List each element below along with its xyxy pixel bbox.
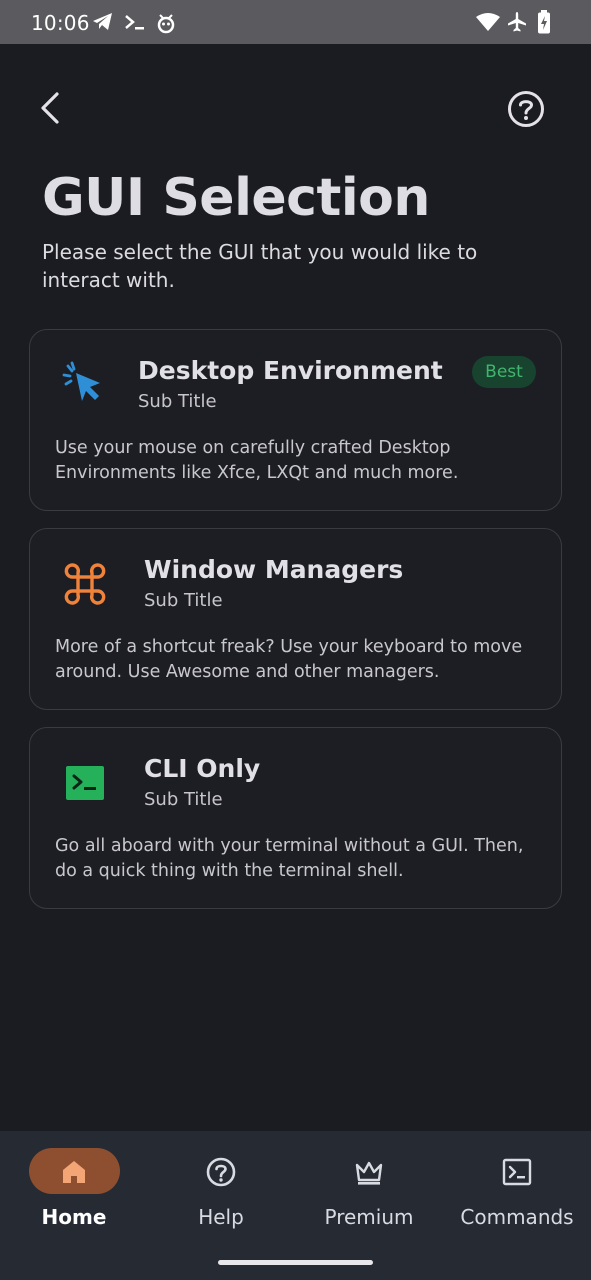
cursor-click-icon: [62, 361, 100, 401]
terminal-prompt-icon: [125, 15, 144, 30]
option-card-cli-only[interactable]: CLI Only Sub Title Go all aboard with yo…: [29, 727, 562, 909]
screen: 10:06 GUI Selection Please select the GU…: [0, 0, 591, 1280]
help-circle-icon: [508, 91, 544, 127]
nav-label-home: Home: [41, 1205, 107, 1229]
option-description: More of a shortcut freak? Use your keybo…: [55, 637, 523, 682]
chevron-left-icon: [41, 92, 59, 124]
gesture-home-indicator[interactable]: [218, 1260, 373, 1265]
option-title: Window Managers: [144, 555, 404, 584]
home-icon: [63, 1161, 85, 1183]
best-badge: Best: [472, 356, 536, 388]
command-key-icon: [64, 563, 106, 605]
terminal-box-icon: [502, 1158, 532, 1186]
telegram-icon: [93, 13, 112, 30]
status-time: 10:06: [31, 11, 90, 35]
nav-item-home[interactable]: Home: [0, 1147, 148, 1247]
option-description: Use your mouse on carefully crafted Desk…: [55, 438, 459, 483]
option-subtitle: Sub Title: [144, 590, 223, 611]
nav-item-help[interactable]: Help: [147, 1147, 295, 1247]
bug-icon: [157, 14, 175, 34]
nav-label-premium: Premium: [324, 1205, 414, 1229]
back-button[interactable]: [32, 86, 72, 130]
page-subtitle: Please select the GUI that you would lik…: [42, 240, 478, 292]
option-title: CLI Only: [144, 754, 261, 783]
terminal-icon: [66, 766, 104, 800]
option-subtitle: Sub Title: [144, 789, 223, 810]
nav-item-premium[interactable]: Premium: [295, 1147, 443, 1247]
option-description: Go all aboard with your terminal without…: [55, 836, 524, 881]
crown-icon: [355, 1161, 383, 1185]
help-circle-icon: [206, 1157, 236, 1187]
battery-charging-icon: [538, 10, 550, 34]
page-title: GUI Selection: [42, 168, 430, 228]
option-title: Desktop Environment: [138, 356, 443, 385]
option-card-window-managers[interactable]: Window Managers Sub Title More of a shor…: [29, 528, 562, 710]
nav-item-commands[interactable]: Commands: [443, 1147, 591, 1247]
status-bar: 10:06: [0, 0, 591, 44]
help-button[interactable]: [503, 86, 549, 132]
nav-label-commands: Commands: [460, 1205, 574, 1229]
nav-label-help: Help: [198, 1205, 244, 1229]
wifi-icon: [476, 13, 500, 31]
bottom-nav: Home Help Premium Commands: [0, 1131, 591, 1280]
option-card-desktop-environment[interactable]: Desktop Environment Sub Title Best Use y…: [29, 329, 562, 511]
option-subtitle: Sub Title: [138, 391, 217, 412]
airplane-icon: [508, 12, 526, 32]
